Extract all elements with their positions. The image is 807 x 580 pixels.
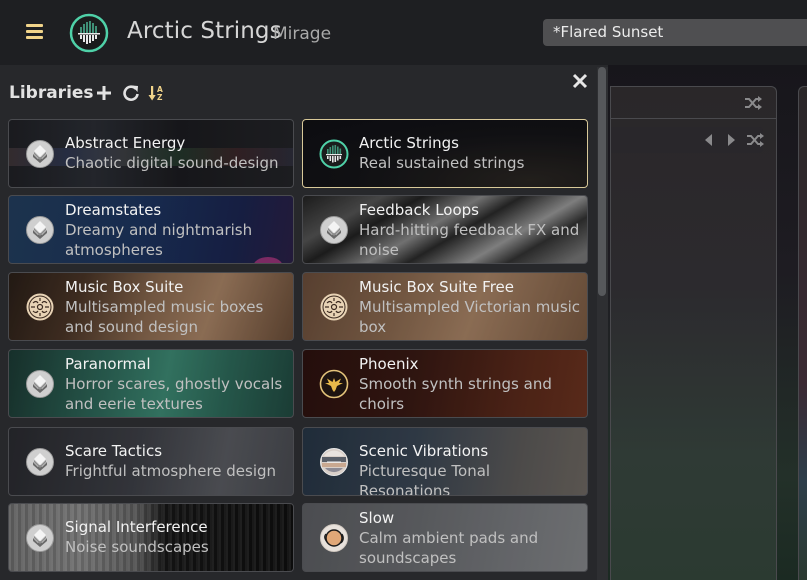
right-panel-nav-row [611, 127, 764, 153]
library-card-music-box-suite[interactable]: Music Box Suite Multisampled music boxes … [8, 272, 294, 341]
library-description: Smooth synth strings and choirs [359, 375, 552, 413]
library-card-feedback-loops[interactable]: Feedback Loops Hard-hitting feedback FX a… [302, 195, 588, 264]
shuffle-icon[interactable] [746, 133, 764, 147]
diamond-logo-icon [26, 139, 54, 168]
library-name: Slow [359, 509, 395, 527]
library-name: Feedback Loops [359, 201, 479, 219]
library-card-signal-interference[interactable]: Signal Interference Noise soundscapes [8, 503, 294, 572]
preset-name-field[interactable] [543, 19, 807, 46]
library-card-paranormal[interactable]: Paranormal Horror scares, ghostly vocals … [8, 349, 294, 418]
library-description: Real sustained strings [359, 154, 525, 172]
hamburger-menu-icon[interactable] [26, 24, 43, 40]
svg-text:Z: Z [157, 93, 163, 102]
library-name: Arctic Strings [359, 134, 459, 152]
arrow-right-icon[interactable] [728, 134, 735, 146]
library-description: Multisampled Victorian music box [359, 298, 581, 336]
sort-az-icon[interactable]: A Z [148, 84, 166, 102]
libraries-title: Libraries [9, 83, 94, 103]
scenic-logo-icon [320, 447, 348, 476]
library-card-music-box-suite-free[interactable]: Music Box Suite Free Multisampled Victori… [302, 272, 588, 341]
diamond-logo-icon [320, 215, 348, 244]
refresh-icon[interactable] [122, 84, 140, 102]
library-name: Abstract Energy [65, 134, 186, 152]
library-name: Dreamstates [65, 201, 162, 219]
music-box-logo-icon [320, 293, 348, 320]
scrollbar[interactable] [597, 67, 608, 580]
slow-logo-icon [320, 523, 348, 552]
arctic-strings-logo-icon [69, 13, 109, 53]
library-name: Music Box Suite [65, 278, 184, 296]
shuffle-icon[interactable] [744, 96, 762, 110]
library-card-abstract-energy[interactable]: Abstract Energy Chaotic digital sound-des… [8, 119, 294, 188]
library-name: Paranormal [65, 355, 151, 373]
library-name: Scare Tactics [65, 442, 163, 460]
phoenix-logo-icon [319, 369, 349, 398]
right-panel-edge [798, 86, 807, 580]
arctic-strings-logo-icon [319, 139, 349, 168]
library-description: Hard-hitting feedback FX and noise [359, 221, 580, 259]
app-window: Arctic Strings Mirage Libraries [0, 0, 807, 580]
library-name: Music Box Suite Free [359, 278, 515, 296]
library-description: Chaotic digital sound-design [65, 154, 279, 172]
library-card-dreamstates[interactable]: Dreamstates Dreamy and nightmarish atmosp… [8, 195, 294, 264]
music-box-logo-icon [26, 293, 54, 320]
arrow-left-icon[interactable] [705, 134, 712, 146]
plus-icon[interactable] [96, 85, 112, 101]
libraries-panel: Libraries A Z Abstract Energy Chaotic dig… [0, 65, 608, 580]
library-name: Phoenix [359, 355, 419, 373]
close-icon[interactable] [572, 73, 588, 89]
app-subtitle: Mirage [273, 24, 332, 44]
diamond-logo-icon [26, 523, 54, 552]
library-card-arctic-strings[interactable]: Arctic Strings Real sustained strings [302, 119, 588, 188]
library-name: Scenic Vibrations [359, 442, 489, 460]
library-description: Calm ambient pads and soundscapes [359, 529, 539, 567]
scrollbar-thumb[interactable] [598, 67, 606, 296]
top-bar: Arctic Strings Mirage [0, 0, 807, 65]
library-description: Frightful atmosphere design [65, 462, 277, 480]
library-description: Multisampled music boxes and sound desig… [65, 298, 264, 336]
library-name: Signal Interference [65, 518, 208, 536]
library-description: Dreamy and nightmarish atmospheres [65, 221, 253, 259]
library-card-scare-tactics[interactable]: Scare Tactics Frightful atmosphere design [8, 427, 294, 496]
library-card-phoenix[interactable]: Phoenix Smooth synth strings and choirs [302, 349, 588, 418]
app-title: Arctic Strings [127, 18, 282, 44]
right-panel-header [611, 87, 776, 119]
library-card-slow[interactable]: Slow Calm ambient pads and soundscapes [302, 503, 588, 572]
library-description: Picturesque Tonal Resonations [359, 462, 491, 496]
right-panel [610, 86, 777, 580]
diamond-logo-icon [26, 447, 54, 476]
library-description: Horror scares, ghostly vocals and eerie … [65, 375, 283, 413]
diamond-logo-icon [26, 369, 54, 398]
library-description: Noise soundscapes [65, 538, 209, 556]
diamond-logo-icon [26, 215, 54, 244]
library-card-scenic-vibrations[interactable]: Scenic Vibrations Picturesque Tonal Reson… [302, 427, 588, 496]
